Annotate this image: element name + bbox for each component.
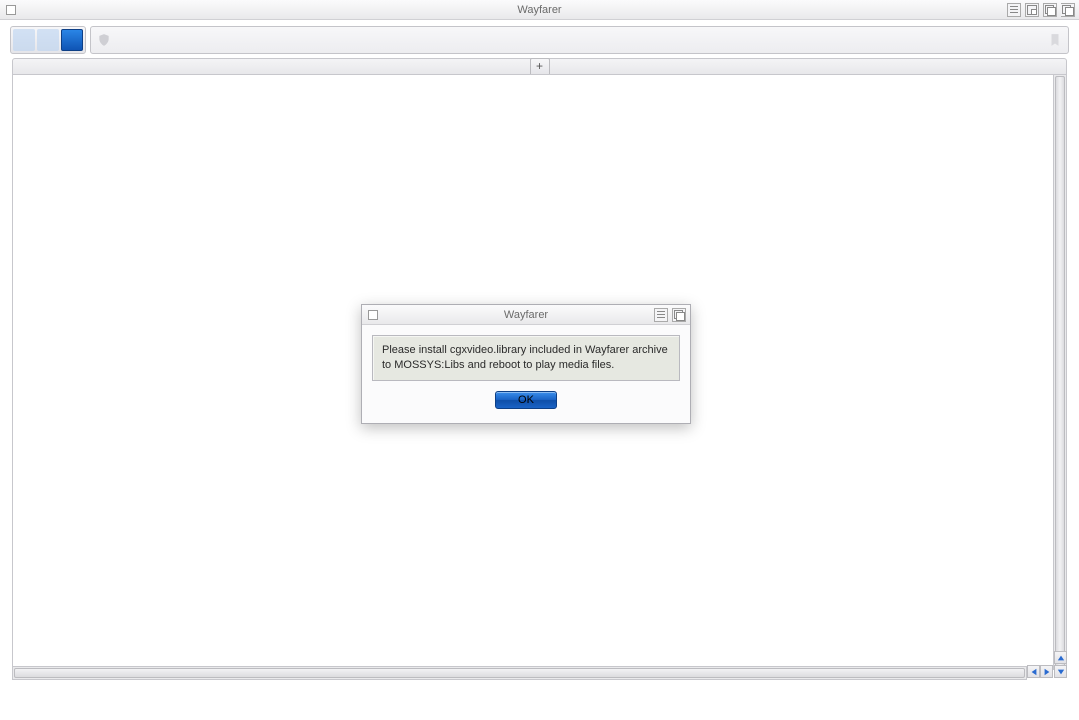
dialog-depth-icon[interactable] [672,308,686,322]
nav-reload-button[interactable] [61,29,83,51]
vertical-scroll-thumb[interactable] [1055,76,1065,668]
scroll-up-button[interactable] [1054,651,1067,664]
scroll-left-button[interactable] [1027,665,1040,678]
navigation-toolbar [10,26,1069,54]
main-titlebar-right-icons [1007,0,1075,19]
zoom-icon[interactable] [1061,3,1075,17]
bookmark-icon[interactable] [1048,33,1062,47]
dialog-titlebar-right-icons [654,305,686,324]
dialog-message: Please install cgxvideo.library included… [372,335,680,381]
dialog-title: Wayfarer [362,309,690,321]
menu-icon[interactable] [1007,3,1021,17]
main-window-title: Wayfarer [0,4,1079,16]
main-close-gadget[interactable] [6,5,16,15]
scroll-arrow-cluster [1027,651,1067,680]
dialog-body: Please install cgxvideo.library included… [362,325,690,423]
scroll-right-button[interactable] [1040,665,1053,678]
address-bar[interactable] [90,26,1069,54]
dialog-close-gadget[interactable] [368,310,378,320]
dialog-titlebar: Wayfarer [362,305,690,325]
horizontal-scroll-row [12,666,1027,680]
iconify-icon[interactable] [1025,3,1039,17]
vertical-scrollbar[interactable] [1053,75,1066,669]
dialog-ok-button[interactable]: OK [495,391,557,409]
dialog-button-row: OK [372,381,680,413]
horizontal-scrollbar[interactable] [12,666,1027,680]
nav-forward-button[interactable] [37,29,59,51]
nav-button-group [10,26,86,54]
shield-icon [97,33,111,47]
nav-back-button[interactable] [13,29,35,51]
address-input[interactable] [117,27,1042,53]
dialog-menu-icon[interactable] [654,308,668,322]
main-titlebar: Wayfarer [0,0,1079,20]
install-library-dialog: Wayfarer Please install cgxvideo.library… [361,304,691,424]
depth-icon[interactable] [1043,3,1057,17]
horizontal-scroll-thumb[interactable] [14,668,1025,678]
scroll-down-button[interactable] [1054,665,1067,678]
